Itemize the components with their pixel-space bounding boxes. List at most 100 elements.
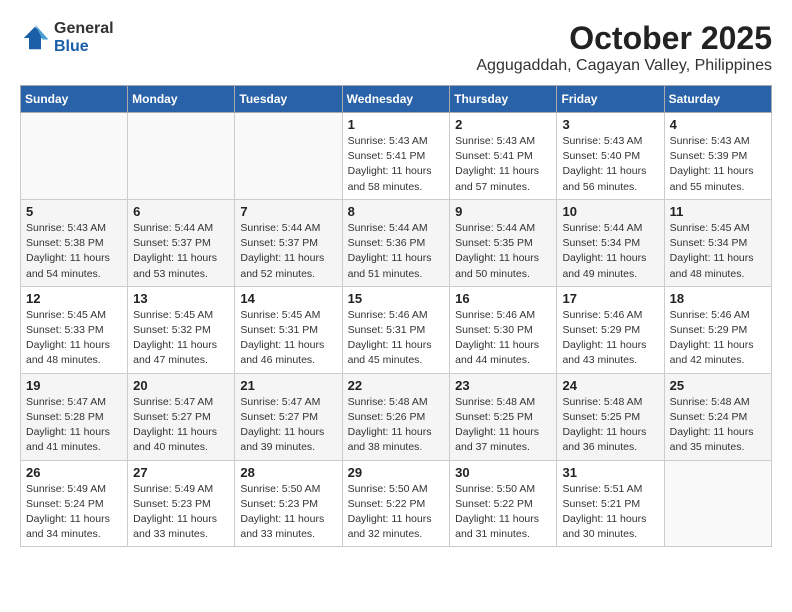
- weekday-header-sunday: Sunday: [21, 86, 128, 113]
- weekday-header-row: SundayMondayTuesdayWednesdayThursdayFrid…: [21, 86, 772, 113]
- calendar-cell: 24Sunrise: 5:48 AMSunset: 5:25 PMDayligh…: [557, 373, 664, 460]
- calendar-cell: 27 Sunrise: 5:49 AMSunset: 5:23 PMDayligh…: [128, 460, 235, 547]
- day-number: 28: [240, 465, 336, 480]
- calendar-cell: 28 Sunrise: 5:50 AMSunset: 5:23 PMDayligh…: [235, 460, 342, 547]
- day-number: 18: [670, 291, 766, 306]
- day-number: 17: [562, 291, 658, 306]
- calendar-cell: 7 Sunrise: 5:44 AMSunset: 5:37 PMDaylight…: [235, 199, 342, 286]
- day-number: 6: [133, 204, 229, 219]
- day-info: Sunrise: 5:47 AMSunset: 5:27 PMDaylight:…: [133, 395, 229, 456]
- calendar-week-1: 1 Sunrise: 5:43 AMSunset: 5:41 PMDaylight…: [21, 113, 772, 200]
- page-header: General Blue October 2025 Aggugaddah, Ca…: [20, 20, 772, 75]
- calendar-cell: 6 Sunrise: 5:44 AMSunset: 5:37 PMDaylight…: [128, 199, 235, 286]
- calendar-cell: 8 Sunrise: 5:44 AMSunset: 5:36 PMDaylight…: [342, 199, 450, 286]
- day-info: Sunrise: 5:46 AMSunset: 5:31 PMDaylight:…: [348, 308, 445, 369]
- day-info: Sunrise: 5:43 AMSunset: 5:38 PMDaylight:…: [26, 221, 122, 282]
- location-title: Aggugaddah, Cagayan Valley, Philippines: [476, 57, 772, 75]
- calendar-cell: 18 Sunrise: 5:46 AMSunset: 5:29 PMDayligh…: [664, 286, 771, 373]
- day-info: Sunrise: 5:48 AMSunset: 5:25 PMDaylight:…: [562, 395, 658, 456]
- calendar-cell: 1 Sunrise: 5:43 AMSunset: 5:41 PMDaylight…: [342, 113, 450, 200]
- day-info: Sunrise: 5:46 AMSunset: 5:29 PMDaylight:…: [670, 308, 766, 369]
- day-info: Sunrise: 5:49 AMSunset: 5:23 PMDaylight:…: [133, 482, 229, 543]
- day-number: 26: [26, 465, 122, 480]
- calendar-cell: 21Sunrise: 5:47 AMSunset: 5:27 PMDayligh…: [235, 373, 342, 460]
- weekday-header-saturday: Saturday: [664, 86, 771, 113]
- calendar-cell: 2Sunrise: 5:43 AMSunset: 5:41 PMDaylight…: [450, 113, 557, 200]
- day-number: 8: [348, 204, 445, 219]
- calendar-cell: 25 Sunrise: 5:48 AMSunset: 5:24 PMDayligh…: [664, 373, 771, 460]
- weekday-header-thursday: Thursday: [450, 86, 557, 113]
- calendar-cell: 9Sunrise: 5:44 AMSunset: 5:35 PMDaylight…: [450, 199, 557, 286]
- day-info: Sunrise: 5:45 AMSunset: 5:33 PMDaylight:…: [26, 308, 122, 369]
- day-info: Sunrise: 5:44 AMSunset: 5:37 PMDaylight:…: [133, 221, 229, 282]
- day-info: Sunrise: 5:51 AMSunset: 5:21 PMDaylight:…: [562, 482, 658, 543]
- day-info: Sunrise: 5:43 AMSunset: 5:41 PMDaylight:…: [348, 134, 445, 195]
- day-number: 16: [455, 291, 551, 306]
- day-number: 11: [670, 204, 766, 219]
- day-info: Sunrise: 5:48 AMSunset: 5:26 PMDaylight:…: [348, 395, 445, 456]
- calendar-cell: 30Sunrise: 5:50 AMSunset: 5:22 PMDayligh…: [450, 460, 557, 547]
- day-number: 29: [348, 465, 445, 480]
- day-number: 21: [240, 378, 336, 393]
- day-info: Sunrise: 5:45 AMSunset: 5:34 PMDaylight:…: [670, 221, 766, 282]
- day-number: 19: [26, 378, 122, 393]
- calendar-cell: 13 Sunrise: 5:45 AMSunset: 5:32 PMDayligh…: [128, 286, 235, 373]
- calendar-cell: 3Sunrise: 5:43 AMSunset: 5:40 PMDaylight…: [557, 113, 664, 200]
- day-info: Sunrise: 5:44 AMSunset: 5:35 PMDaylight:…: [455, 221, 551, 282]
- day-info: Sunrise: 5:43 AMSunset: 5:40 PMDaylight:…: [562, 134, 658, 195]
- weekday-header-monday: Monday: [128, 86, 235, 113]
- calendar-cell: [21, 113, 128, 200]
- day-number: 23: [455, 378, 551, 393]
- calendar-cell: 20 Sunrise: 5:47 AMSunset: 5:27 PMDayligh…: [128, 373, 235, 460]
- day-number: 4: [670, 117, 766, 132]
- logo-blue-text: Blue: [54, 38, 114, 56]
- day-info: Sunrise: 5:43 AMSunset: 5:41 PMDaylight:…: [455, 134, 551, 195]
- calendar-cell: 17 Sunrise: 5:46 AMSunset: 5:29 PMDayligh…: [557, 286, 664, 373]
- day-number: 13: [133, 291, 229, 306]
- day-info: Sunrise: 5:47 AMSunset: 5:28 PMDaylight:…: [26, 395, 122, 456]
- day-number: 30: [455, 465, 551, 480]
- day-info: Sunrise: 5:48 AMSunset: 5:24 PMDaylight:…: [670, 395, 766, 456]
- calendar-cell: 26Sunrise: 5:49 AMSunset: 5:24 PMDayligh…: [21, 460, 128, 547]
- day-number: 20: [133, 378, 229, 393]
- calendar-cell: 29 Sunrise: 5:50 AMSunset: 5:22 PMDayligh…: [342, 460, 450, 547]
- day-number: 1: [348, 117, 445, 132]
- day-number: 31: [562, 465, 658, 480]
- day-number: 7: [240, 204, 336, 219]
- calendar-week-3: 12 Sunrise: 5:45 AMSunset: 5:33 PMDayligh…: [21, 286, 772, 373]
- logo-text: General Blue: [54, 20, 114, 55]
- day-number: 12: [26, 291, 122, 306]
- day-info: Sunrise: 5:45 AMSunset: 5:31 PMDaylight:…: [240, 308, 336, 369]
- calendar-cell: 19 Sunrise: 5:47 AMSunset: 5:28 PMDayligh…: [21, 373, 128, 460]
- weekday-header-wednesday: Wednesday: [342, 86, 450, 113]
- calendar-cell: 11 Sunrise: 5:45 AMSunset: 5:34 PMDayligh…: [664, 199, 771, 286]
- weekday-header-tuesday: Tuesday: [235, 86, 342, 113]
- calendar-cell: [235, 113, 342, 200]
- calendar-week-4: 19 Sunrise: 5:47 AMSunset: 5:28 PMDayligh…: [21, 373, 772, 460]
- day-number: 25: [670, 378, 766, 393]
- day-info: Sunrise: 5:46 AMSunset: 5:30 PMDaylight:…: [455, 308, 551, 369]
- day-info: Sunrise: 5:43 AMSunset: 5:39 PMDaylight:…: [670, 134, 766, 195]
- day-info: Sunrise: 5:50 AMSunset: 5:22 PMDaylight:…: [348, 482, 445, 543]
- day-info: Sunrise: 5:48 AMSunset: 5:25 PMDaylight:…: [455, 395, 551, 456]
- calendar-cell: 14Sunrise: 5:45 AMSunset: 5:31 PMDayligh…: [235, 286, 342, 373]
- day-number: 5: [26, 204, 122, 219]
- day-info: Sunrise: 5:44 AMSunset: 5:37 PMDaylight:…: [240, 221, 336, 282]
- day-number: 22: [348, 378, 445, 393]
- day-info: Sunrise: 5:44 AMSunset: 5:36 PMDaylight:…: [348, 221, 445, 282]
- day-info: Sunrise: 5:44 AMSunset: 5:34 PMDaylight:…: [562, 221, 658, 282]
- day-info: Sunrise: 5:50 AMSunset: 5:23 PMDaylight:…: [240, 482, 336, 543]
- calendar-cell: 22 Sunrise: 5:48 AMSunset: 5:26 PMDayligh…: [342, 373, 450, 460]
- day-number: 15: [348, 291, 445, 306]
- day-info: Sunrise: 5:45 AMSunset: 5:32 PMDaylight:…: [133, 308, 229, 369]
- calendar-cell: 5 Sunrise: 5:43 AMSunset: 5:38 PMDaylight…: [21, 199, 128, 286]
- month-title: October 2025: [476, 20, 772, 57]
- title-section: October 2025 Aggugaddah, Cagayan Valley,…: [476, 20, 772, 75]
- day-number: 27: [133, 465, 229, 480]
- calendar-week-2: 5 Sunrise: 5:43 AMSunset: 5:38 PMDaylight…: [21, 199, 772, 286]
- calendar-cell: 4 Sunrise: 5:43 AMSunset: 5:39 PMDaylight…: [664, 113, 771, 200]
- weekday-header-friday: Friday: [557, 86, 664, 113]
- day-info: Sunrise: 5:46 AMSunset: 5:29 PMDaylight:…: [562, 308, 658, 369]
- logo: General Blue: [20, 20, 114, 55]
- calendar-cell: 10Sunrise: 5:44 AMSunset: 5:34 PMDayligh…: [557, 199, 664, 286]
